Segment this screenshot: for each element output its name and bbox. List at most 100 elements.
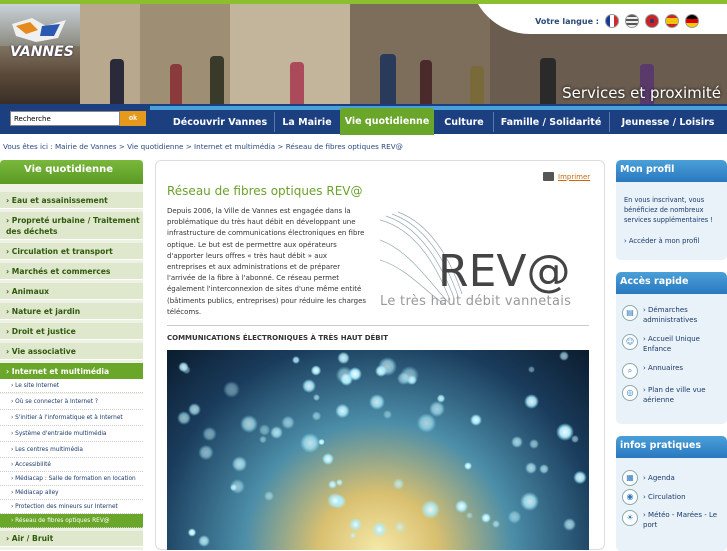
sidebar-item-nature[interactable]: › Nature et jardin — [0, 303, 143, 320]
fiber-glow — [198, 444, 214, 460]
print-link[interactable]: Imprimer — [543, 172, 590, 181]
quick-item-plan[interactable]: ◎ › Plan de ville vue aérienne — [622, 385, 727, 405]
sidebar-subitem-entraide[interactable]: › Système d'entraide multimédia — [0, 426, 143, 442]
car-icon: ◉ — [622, 489, 638, 505]
fiber-glow — [349, 517, 363, 531]
fiber-glow — [337, 351, 350, 365]
info-item-meteo[interactable]: ☀ › Météo - Marées - Le port — [622, 510, 722, 530]
fiber-glow — [312, 393, 320, 401]
flag-de-icon[interactable] — [685, 14, 699, 28]
child-icon: ☺ — [622, 334, 638, 350]
sidebar-subitem-site[interactable]: › Le site Internet — [0, 380, 143, 393]
quick-item-annuaires[interactable]: ⌕ › Annuaires — [622, 363, 683, 379]
tab-culture[interactable]: Culture — [437, 110, 491, 134]
fiber-glow — [393, 521, 407, 534]
flag-fr-icon[interactable] — [605, 14, 619, 28]
sidebar-item-droit[interactable]: › Droit et justice — [0, 323, 143, 340]
sidebar-subitem-connecter[interactable]: › Où se connecter à Internet ? — [0, 394, 143, 410]
sidebar-subitem-accessibilite[interactable]: › Accessibilité — [0, 458, 143, 472]
fiber-glow — [455, 499, 469, 513]
fiber-glow — [187, 528, 196, 537]
fiber-glow — [240, 415, 258, 433]
printer-icon — [543, 172, 554, 181]
fiber-glow — [231, 456, 248, 472]
sidebar-item-circulation[interactable]: › Circulation et transport — [0, 243, 143, 260]
calendar-icon: ▦ — [622, 470, 638, 486]
info-item-agenda[interactable]: ▦ › Agenda — [622, 470, 675, 486]
fiber-glow — [563, 518, 576, 531]
fiber-glow — [392, 477, 405, 490]
sidebar-item-associative[interactable]: › Vie associative — [0, 343, 143, 360]
sidebar-item-marches[interactable]: › Marchés et commerces — [0, 263, 143, 280]
fiber-glow — [223, 381, 241, 399]
search-input[interactable] — [10, 111, 120, 126]
fiber-glow — [328, 480, 338, 490]
fiber-glow — [510, 435, 523, 448]
fiber-glow — [539, 463, 550, 475]
rev-text: REV@ — [438, 246, 570, 297]
rev-tagline: Le très haut débit vannetais — [380, 294, 572, 309]
fiber-glow — [291, 355, 301, 365]
intro-text: Depuis 2006, la Ville de Vannes est enga… — [167, 207, 367, 316]
fiber-glow — [529, 439, 539, 449]
fiber-glow — [281, 415, 295, 430]
fiber-optic-photo — [167, 350, 589, 550]
language-switcher: Votre langue : — [535, 10, 727, 32]
quick-item-demarches[interactable]: ▤ › Démarches administratives — [622, 305, 727, 325]
fiber-glow — [318, 438, 326, 446]
fiber-glow — [416, 413, 437, 433]
sidebar-subitem-mediacap[interactable]: › Médiacap : Salle de formation en locat… — [0, 472, 143, 486]
header-banner: Votre langue : VANNES Services et proxim… — [0, 4, 727, 104]
flag-us-icon[interactable] — [625, 14, 639, 28]
sidebar-item-internet[interactable]: › Internet et multimédia — [0, 363, 143, 380]
breadcrumb[interactable]: Vous êtes ici : Mairie de Vannes > Vie q… — [3, 142, 403, 151]
sidebar-subitem-fibres[interactable]: › Réseau de fibres optiques REV@ — [0, 514, 143, 528]
fiber-glow — [377, 356, 398, 377]
fiber-glow — [197, 534, 211, 547]
fiber-glow — [523, 393, 539, 409]
fiber-glow — [469, 414, 483, 427]
sidebar-subitem-initier[interactable]: › S'initier à l'informatique et à Intern… — [0, 410, 143, 426]
flag-uk-icon[interactable] — [645, 14, 659, 28]
section-title: COMMUNICATIONS ÉLECTRONIQUES À TRÈS HAUT… — [167, 334, 389, 342]
flag-es-icon[interactable] — [665, 14, 679, 28]
fiber-glow — [555, 422, 575, 442]
fiber-glow — [230, 478, 246, 494]
fiber-glow — [321, 452, 334, 465]
profile-text: En vous inscrivant, vous bénéficiez de n… — [624, 196, 713, 224]
quick-item-accueil[interactable]: ☺ › Accueil Unique Enfance — [622, 334, 727, 354]
info-item-circulation[interactable]: ◉ › Circulation — [622, 489, 686, 505]
print-label[interactable]: Imprimer — [558, 173, 590, 181]
fiber-glow — [327, 492, 343, 508]
fiber-glow — [178, 361, 189, 373]
fiber-glow — [188, 403, 202, 417]
fiber-glow — [302, 379, 317, 393]
sidebar-item-animaux[interactable]: › Animaux — [0, 283, 143, 300]
fiber-glow — [463, 461, 472, 470]
fiber-glow — [383, 409, 393, 419]
search-icon: ⌕ — [622, 363, 638, 379]
sidebar-item-proprete[interactable]: › Propreté urbaine / Traitement des déch… — [0, 212, 143, 240]
tagline: Services et proximité — [562, 84, 721, 102]
language-label: Votre langue : — [535, 16, 599, 26]
sidebar-item-eau[interactable]: › Eau et assainissement — [0, 192, 143, 209]
profile-title: Mon profil — [616, 160, 727, 182]
search-button[interactable]: ok — [120, 111, 146, 126]
tab-famille-solidarite[interactable]: Famille / Solidarité — [496, 110, 606, 134]
tab-la-mairie[interactable]: La Mairie — [278, 110, 336, 134]
sun-icon: ☀ — [622, 510, 638, 526]
profile-link[interactable]: › Accéder à mon profil — [624, 237, 699, 245]
fiber-glow — [528, 365, 536, 373]
fiber-glow — [336, 479, 343, 487]
fiber-glow — [258, 424, 271, 436]
fiber-glow — [335, 404, 350, 419]
tab-decouvrir-vannes[interactable]: Découvrir Vannes — [170, 110, 270, 134]
sidebar-subitem-mediacapalley[interactable]: › Médiacap alley — [0, 486, 143, 500]
sidebar-subitem-centres[interactable]: › Les centres multimédia — [0, 442, 143, 458]
fiber-glow — [264, 491, 274, 501]
tab-jeunesse-loisirs[interactable]: Jeunesse / Loisirs — [612, 110, 724, 134]
logo-text[interactable]: VANNES — [10, 44, 74, 60]
tab-vie-quotidienne[interactable]: Vie quotidienne — [340, 108, 434, 135]
sidebar-subitem-protection[interactable]: › Protection des mineurs sur Internet — [0, 500, 143, 514]
fiber-glow — [310, 365, 322, 377]
